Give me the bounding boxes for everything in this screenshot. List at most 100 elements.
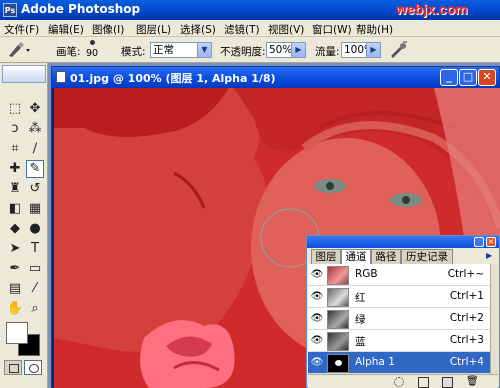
document-title: 01.jpg @ 100% (图层 1, Alpha 1/8) xyxy=(70,72,276,85)
gradient-tool-icon[interactable]: ▦ xyxy=(26,200,44,218)
healing-brush-tool-icon[interactable]: ✚ xyxy=(6,160,24,178)
channel-row-alpha-1[interactable]: 👁 Alpha 1 Ctrl+4 xyxy=(308,352,490,374)
pen-tool-icon[interactable]: ✒ xyxy=(6,260,24,278)
panel-scrollbar[interactable] xyxy=(490,264,499,374)
menu-view[interactable]: 视图(V) xyxy=(268,22,304,37)
tab-history[interactable]: 历史记录 xyxy=(401,249,453,264)
panel-title-bar[interactable] xyxy=(307,236,499,248)
adobe-online-icon[interactable] xyxy=(2,65,46,83)
magic-wand-tool-icon[interactable]: ⁂ xyxy=(26,120,44,138)
menu-window[interactable]: 窗口(W) xyxy=(312,22,352,37)
panel-close-button[interactable]: ✕ xyxy=(486,237,496,247)
visibility-eye-icon[interactable]: 👁 xyxy=(310,334,324,348)
opacity-field[interactable]: 50% ▶ xyxy=(266,42,306,58)
minimize-button[interactable]: _ xyxy=(440,69,458,86)
lasso-tool-icon[interactable]: ↄ xyxy=(6,120,24,138)
eraser-tool-icon[interactable]: ◧ xyxy=(6,200,24,218)
chevron-down-icon: ▼ xyxy=(197,43,211,57)
menu-edit[interactable]: 编辑(E) xyxy=(48,22,84,37)
new-channel-icon[interactable] xyxy=(442,377,453,388)
mode-value: 正常 xyxy=(153,44,174,56)
menu-filter[interactable]: 滤镜(T) xyxy=(224,22,260,37)
watermark: webjx.com xyxy=(396,1,468,17)
channel-shortcut: Ctrl+3 xyxy=(449,334,484,346)
channel-row-green[interactable]: 👁 绿 Ctrl+2 xyxy=(308,308,490,330)
menu-bar: 文件(F) 编辑(E) 图像(I) 图层(L) 选择(S) 滤镜(T) 视图(V… xyxy=(0,20,500,37)
panel-menu-arrow-icon[interactable]: ▶ xyxy=(486,251,495,262)
menu-file[interactable]: 文件(F) xyxy=(4,22,39,37)
clone-stamp-tool-icon[interactable]: ♜ xyxy=(6,180,24,198)
alpha-mask-spot xyxy=(335,360,342,366)
maximize-button[interactable]: □ xyxy=(459,69,477,86)
flow-label: 流量: xyxy=(315,46,340,58)
visibility-eye-icon[interactable]: 👁 xyxy=(310,290,324,304)
tab-layers[interactable]: 图层 xyxy=(311,249,341,264)
brush-size-picker[interactable]: 90 xyxy=(84,40,106,60)
channel-name: 绿 xyxy=(355,314,366,326)
zoom-tool-icon[interactable]: ⌕ xyxy=(26,300,44,318)
delete-channel-icon[interactable]: 🗑 xyxy=(466,376,479,387)
channel-thumbnail xyxy=(327,266,349,285)
close-button[interactable]: ✕ xyxy=(478,69,496,86)
eyedropper-tool-icon[interactable]: ⁄ xyxy=(26,280,44,298)
document-icon xyxy=(56,71,66,83)
blur-tool-icon[interactable]: ◆ xyxy=(6,220,24,238)
tab-paths[interactable]: 路径 xyxy=(371,249,401,264)
type-tool-icon[interactable]: T xyxy=(26,240,44,258)
channel-shortcut: Ctrl+~ xyxy=(447,268,484,280)
channel-shortcut: Ctrl+1 xyxy=(449,290,484,302)
channel-thumbnail xyxy=(327,354,349,373)
menu-select[interactable]: 选择(S) xyxy=(180,22,216,37)
channel-name: 红 xyxy=(355,292,366,304)
menu-layer[interactable]: 图层(L) xyxy=(136,22,171,37)
channel-row-blue[interactable]: 👁 蓝 Ctrl+3 xyxy=(308,330,490,352)
minimize-icon: _ xyxy=(446,70,452,83)
visibility-eye-icon[interactable]: 👁 xyxy=(310,356,324,370)
panel-footer: 🗑 xyxy=(308,374,498,388)
crop-tool-icon[interactable]: ⌗ xyxy=(6,140,24,158)
flow-field[interactable]: 100% ▶ xyxy=(341,42,381,58)
notes-tool-icon[interactable]: ▤ xyxy=(6,280,24,298)
path-selection-tool-icon[interactable]: ➤ xyxy=(6,240,24,258)
airbrush-toggle[interactable] xyxy=(388,41,408,59)
channel-shortcut: Ctrl+4 xyxy=(449,356,484,368)
maximize-icon: □ xyxy=(462,70,474,83)
slice-tool-icon[interactable]: ∕ xyxy=(26,140,44,158)
mode-label: 模式: xyxy=(121,46,146,58)
channel-name: RGB xyxy=(355,268,378,280)
chevron-right-icon: ▶ xyxy=(291,43,305,57)
brush-tool-icon[interactable]: ✎ xyxy=(26,160,44,178)
marquee-tool-icon[interactable]: ⬚ xyxy=(6,100,24,118)
channel-thumbnail xyxy=(327,288,349,307)
channel-thumbnail xyxy=(327,310,349,329)
visibility-eye-icon[interactable]: 👁 xyxy=(310,268,324,282)
mode-select[interactable]: 正常 ▼ xyxy=(150,42,212,58)
brush-preset-picker[interactable] xyxy=(6,41,32,59)
opacity-label: 不透明度: xyxy=(220,46,266,58)
dodge-tool-icon[interactable]: ● xyxy=(26,220,44,238)
close-icon: ✕ xyxy=(488,238,494,246)
tab-channels[interactable]: 通道 xyxy=(341,249,371,265)
standard-mode-icon xyxy=(9,364,19,373)
standard-mode-button[interactable] xyxy=(4,360,22,375)
menu-image[interactable]: 图像(I) xyxy=(92,22,124,37)
opacity-value: 50% xyxy=(269,44,293,56)
channel-shortcut: Ctrl+2 xyxy=(449,312,484,324)
move-tool-icon[interactable]: ✥ xyxy=(26,100,44,118)
load-channel-selection-icon[interactable] xyxy=(394,377,404,387)
quick-mask-button[interactable] xyxy=(24,360,42,375)
foreground-color-swatch[interactable] xyxy=(6,322,28,344)
history-brush-tool-icon[interactable]: ↺ xyxy=(26,180,44,198)
shape-tool-icon[interactable]: ▭ xyxy=(26,260,44,278)
channel-name: Alpha 1 xyxy=(355,356,395,368)
panel-minimize-button[interactable] xyxy=(474,237,484,247)
quick-mask-icon xyxy=(29,364,39,373)
save-selection-icon[interactable] xyxy=(418,377,429,388)
channel-row-red[interactable]: 👁 红 Ctrl+1 xyxy=(308,286,490,308)
channel-row-rgb[interactable]: 👁 RGB Ctrl+~ xyxy=(308,264,490,286)
chevron-right-icon: ▶ xyxy=(366,43,380,57)
brush-tool-icon xyxy=(9,42,30,57)
hand-tool-icon[interactable]: ✋ xyxy=(6,300,24,318)
visibility-eye-icon[interactable]: 👁 xyxy=(310,312,324,326)
menu-help[interactable]: 帮助(H) xyxy=(356,22,393,37)
